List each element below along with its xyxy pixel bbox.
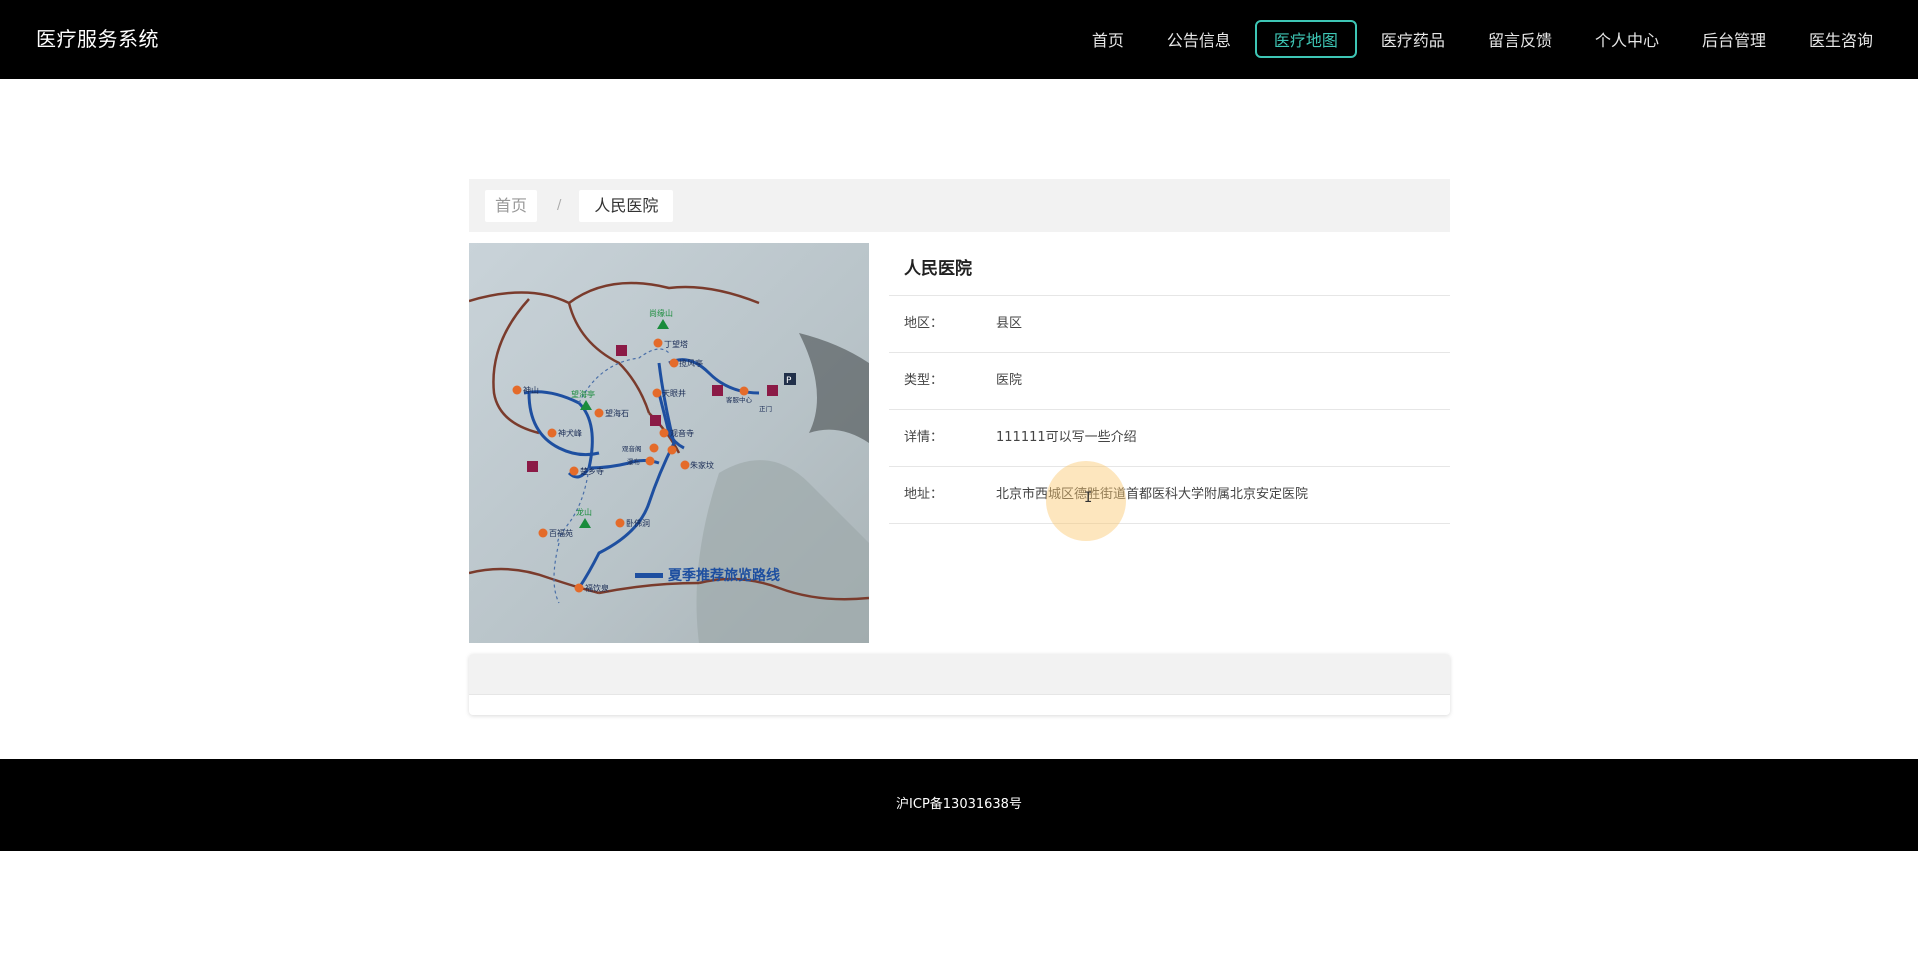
nav-admin[interactable]: 后台管理 xyxy=(1683,20,1785,58)
place-label: 揽风亭 xyxy=(679,358,703,368)
detail-label: 地区： xyxy=(904,316,944,331)
nav-feedback[interactable]: 留言反馈 xyxy=(1469,20,1571,58)
detail-row-region: 地区： 县区 xyxy=(889,296,1450,353)
place-label: 朱家坟 xyxy=(690,460,714,470)
peak-label: 望海亭 xyxy=(571,389,595,399)
legend-text: 夏季推荐旅览路线 xyxy=(668,567,780,583)
detail-row-type: 类型： 医院 xyxy=(889,353,1450,410)
breadcrumb-separator: / xyxy=(557,198,562,213)
top-navbar: 医疗服务系统 首页 公告信息 医疗地图 医疗药品 留言反馈 个人中心 后台管理 … xyxy=(0,0,1918,79)
hospital-detail: 人民医院 地区： 县区 类型： 医院 详情： 111111可以写一些介绍 地址：… xyxy=(889,243,1450,524)
site-brand[interactable]: 医疗服务系统 xyxy=(36,0,159,79)
footer: 沪ICP备13031638号 xyxy=(0,759,1918,851)
nav-medicines[interactable]: 医疗药品 xyxy=(1362,20,1464,58)
breadcrumb-home-link[interactable]: 首页 xyxy=(485,189,538,222)
detail-label: 详情： xyxy=(904,430,944,445)
nav-doctor-consult[interactable]: 医生咨询 xyxy=(1790,20,1892,58)
place-label: 丁望塔 xyxy=(664,339,688,349)
legend-line xyxy=(635,573,663,578)
peak-label: 龙山 xyxy=(576,507,592,517)
place-label: 观音寺 xyxy=(670,428,694,438)
detail-value: 111111可以写一些介绍 xyxy=(996,430,1137,445)
place-label: 正门 xyxy=(759,404,772,413)
place-label: 天眼井 xyxy=(662,388,686,398)
detail-value: 北京市西城区德胜街道首都医科大学附属北京安定医院 xyxy=(996,487,1309,502)
detail-value: 医院 xyxy=(996,373,1023,388)
detail-row-address: 地址： 北京市西城区德胜街道首都医科大学附属北京安定医院 xyxy=(889,467,1450,524)
breadcrumb-current: 人民医院 xyxy=(579,189,674,222)
map-illustration: P 尚缘山 望海亭 龙山 丁望塔 揽风亭 天眼井 客服中心 正门 神山 望海石 … xyxy=(469,243,869,643)
nav-home[interactable]: 首页 xyxy=(1073,20,1143,58)
main-nav: 首页 公告信息 医疗地图 医疗药品 留言反馈 个人中心 后台管理 医生咨询 xyxy=(1068,20,1892,58)
nav-medical-map[interactable]: 医疗地图 xyxy=(1254,20,1357,58)
content-panel-header xyxy=(469,654,1450,695)
content-panel xyxy=(469,654,1450,715)
icp-record: 沪ICP备13031638号 xyxy=(896,797,1022,812)
peak-label: 尚缘山 xyxy=(649,308,673,318)
place-label: 神犬峰 xyxy=(558,428,582,438)
place-label: 观音阁 xyxy=(622,444,642,453)
text-cursor-icon: I xyxy=(1084,490,1093,506)
breadcrumb: 首页 / 人民医院 xyxy=(469,179,1450,232)
hospital-photo: P 尚缘山 望海亭 龙山 丁望塔 揽风亭 天眼井 客服中心 正门 神山 望海石 … xyxy=(469,243,869,643)
svg-text:P: P xyxy=(786,376,792,386)
nav-announcements[interactable]: 公告信息 xyxy=(1148,20,1250,58)
place-label: 望海石 xyxy=(605,408,629,418)
detail-row-description: 详情： 111111可以写一些介绍 xyxy=(889,410,1450,467)
place-label: 百福苑 xyxy=(549,528,573,538)
hospital-name: 人民医院 xyxy=(889,243,1450,296)
detail-value: 县区 xyxy=(996,316,1023,331)
place-label: 福饮泉 xyxy=(585,583,609,593)
place-label: 客服中心 xyxy=(726,395,753,404)
place-label: 楚乡寺 xyxy=(580,466,604,476)
place-label: 卧佛洞 xyxy=(626,518,650,528)
nav-profile[interactable]: 个人中心 xyxy=(1576,20,1678,58)
place-label: 瀑布 xyxy=(627,457,641,466)
place-label: 神山 xyxy=(523,385,539,395)
detail-label: 地址： xyxy=(904,487,944,502)
detail-label: 类型： xyxy=(904,373,944,388)
